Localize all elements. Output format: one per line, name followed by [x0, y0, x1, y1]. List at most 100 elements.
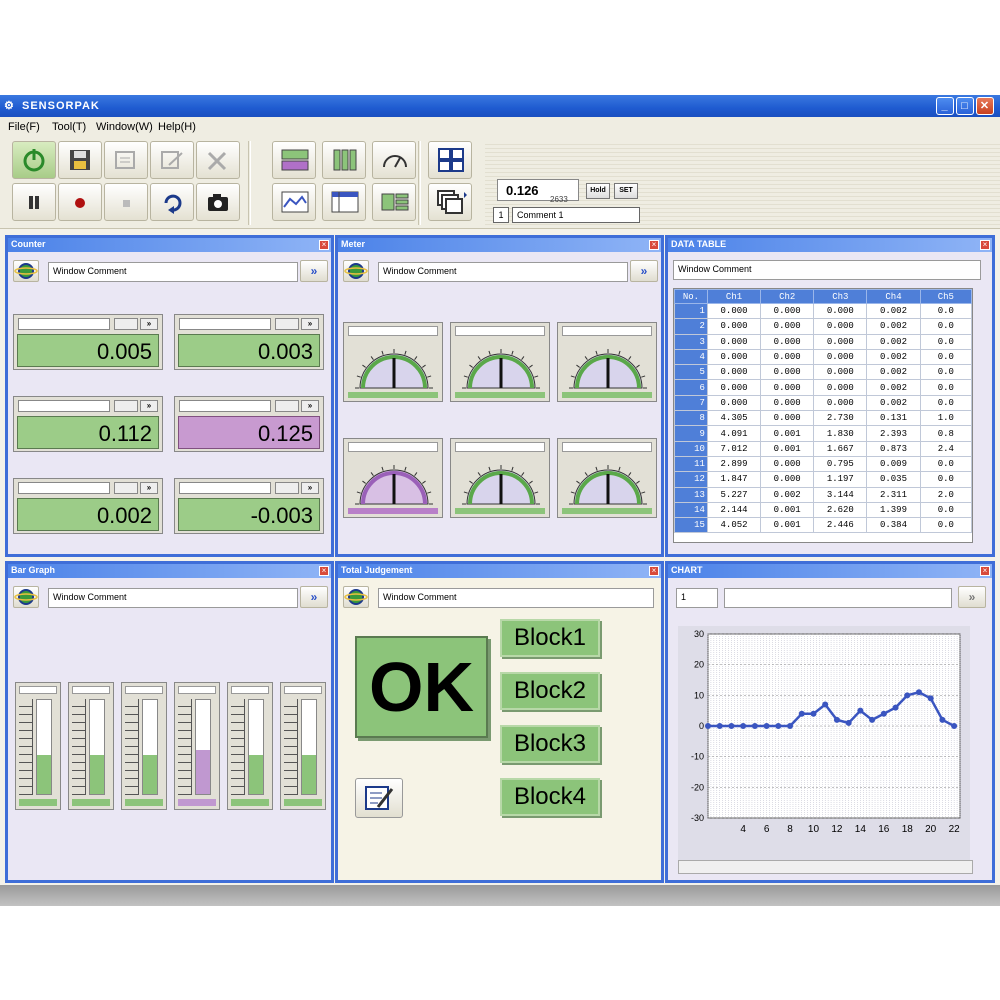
- window-comment-field[interactable]: Window Comment: [378, 588, 654, 608]
- table-header-cell[interactable]: Ch5: [919, 289, 972, 304]
- chart-channel-field[interactable]: 1: [676, 588, 718, 608]
- table-cell: 2.0: [919, 486, 972, 503]
- close-button[interactable]: ✕: [976, 97, 994, 115]
- bar-title-field[interactable]: [19, 686, 57, 694]
- meter-title-field[interactable]: [455, 442, 545, 452]
- table-header-cell[interactable]: Ch1: [706, 289, 762, 304]
- edit-settings-button[interactable]: [150, 141, 194, 179]
- tools-button[interactable]: [196, 141, 240, 179]
- block-result-1: Block1: [500, 619, 600, 657]
- counter-zero-button[interactable]: [114, 400, 138, 412]
- table-cell: 2.899: [706, 455, 762, 473]
- counter-expand-button[interactable]: »: [301, 482, 319, 494]
- counter-title-field[interactable]: [18, 318, 110, 330]
- menu-tool[interactable]: Tool(T): [52, 121, 86, 133]
- comment-number[interactable]: 1: [493, 207, 509, 223]
- window-comment-field[interactable]: Window Comment: [48, 588, 298, 608]
- counter-display: » 0.002: [13, 478, 163, 534]
- cascade-windows-button[interactable]: [428, 183, 472, 221]
- counter-title-field[interactable]: [179, 318, 271, 330]
- counter-title-field[interactable]: [18, 400, 110, 412]
- record-button[interactable]: [58, 183, 102, 221]
- counter-zero-button[interactable]: [275, 400, 299, 412]
- pause-button[interactable]: [12, 183, 56, 221]
- counter-zero-button[interactable]: [114, 318, 138, 330]
- counter-zero-button[interactable]: [275, 482, 299, 494]
- hold-button[interactable]: Hold: [586, 183, 610, 199]
- edit-judgement-button[interactable]: [355, 778, 403, 818]
- refresh-button[interactable]: [150, 183, 194, 221]
- camera-button[interactable]: [196, 183, 240, 221]
- table-cell: 2.311: [866, 486, 921, 503]
- export-button[interactable]: [104, 141, 148, 179]
- chart-view-button[interactable]: [272, 183, 316, 221]
- power-button[interactable]: [12, 141, 56, 179]
- tile-windows-button[interactable]: [428, 141, 472, 179]
- save-button[interactable]: [58, 141, 102, 179]
- minimize-button[interactable]: _: [936, 97, 954, 115]
- meter-title-field[interactable]: [348, 442, 438, 452]
- menu-help[interactable]: Help(H): [158, 121, 196, 133]
- meter-title-field[interactable]: [455, 326, 545, 336]
- comment-field[interactable]: Comment 1: [512, 207, 640, 223]
- chart-comment-field[interactable]: [724, 588, 952, 608]
- table-header-cell[interactable]: No.: [674, 289, 708, 304]
- counter-zero-button[interactable]: [275, 318, 299, 330]
- counter-expand-button[interactable]: »: [301, 400, 319, 412]
- data-point: [822, 701, 829, 708]
- globe-button[interactable]: [343, 260, 369, 282]
- window-comment-field[interactable]: Window Comment: [48, 262, 298, 282]
- counter-title-field[interactable]: [179, 482, 271, 494]
- table-header-cell[interactable]: Ch3: [813, 289, 868, 304]
- window-title: SENSORPAK: [22, 100, 100, 112]
- meter-title-field[interactable]: [562, 442, 652, 452]
- menu-file[interactable]: File(F): [8, 121, 40, 133]
- counter-view-button[interactable]: [272, 141, 316, 179]
- window-comment-field[interactable]: Window Comment: [378, 262, 628, 282]
- maximize-button[interactable]: □: [956, 97, 974, 115]
- bar-title-field[interactable]: [178, 686, 216, 694]
- meter-title-field[interactable]: [562, 326, 652, 336]
- chart-scrollbar[interactable]: [678, 860, 973, 874]
- table-view-button[interactable]: [322, 183, 366, 221]
- counter-title-field[interactable]: [179, 400, 271, 412]
- stop-button[interactable]: [104, 183, 148, 221]
- table-header-cell[interactable]: Ch2: [760, 289, 815, 304]
- counter-expand-button[interactable]: »: [140, 400, 158, 412]
- expand-button[interactable]: »: [630, 260, 658, 282]
- globe-button[interactable]: [343, 586, 369, 608]
- expand-button[interactable]: »: [958, 586, 986, 608]
- judgement-panel-close-icon[interactable]: ×: [649, 566, 659, 576]
- globe-button[interactable]: [13, 586, 39, 608]
- bar-view-button[interactable]: [322, 141, 366, 179]
- bar-title-field[interactable]: [284, 686, 322, 694]
- meter-display: [557, 438, 657, 518]
- meter-view-button[interactable]: [372, 141, 416, 179]
- data-table-panel-close-icon[interactable]: ×: [980, 240, 990, 250]
- window-comment-field[interactable]: Window Comment: [673, 260, 981, 280]
- table-header-cell[interactable]: Ch4: [866, 289, 921, 304]
- expand-button[interactable]: »: [300, 260, 328, 282]
- judgement-view-button[interactable]: [372, 183, 416, 221]
- counter-title-field[interactable]: [18, 482, 110, 494]
- globe-button[interactable]: [13, 260, 39, 282]
- gauge-dial: [569, 349, 647, 389]
- counter-expand-button[interactable]: »: [140, 318, 158, 330]
- menu-window[interactable]: Window(W): [96, 121, 153, 133]
- set-button[interactable]: SET: [614, 183, 638, 199]
- bar-scale: [178, 699, 192, 795]
- bar-title-field[interactable]: [72, 686, 110, 694]
- bar-title-field[interactable]: [125, 686, 163, 694]
- bar-title-field[interactable]: [231, 686, 269, 694]
- expand-button[interactable]: »: [300, 586, 328, 608]
- meter-panel-close-icon[interactable]: ×: [649, 240, 659, 250]
- chart-panel-close-icon[interactable]: ×: [980, 566, 990, 576]
- table-cell: 0.000: [813, 333, 868, 350]
- counter-zero-button[interactable]: [114, 482, 138, 494]
- counter-panel-close-icon[interactable]: ×: [319, 240, 329, 250]
- bar-graph-panel-close-icon[interactable]: ×: [319, 566, 329, 576]
- meter-title-field[interactable]: [348, 326, 438, 336]
- counter-expand-button[interactable]: »: [301, 318, 319, 330]
- bar-status-strip: [178, 799, 216, 806]
- counter-expand-button[interactable]: »: [140, 482, 158, 494]
